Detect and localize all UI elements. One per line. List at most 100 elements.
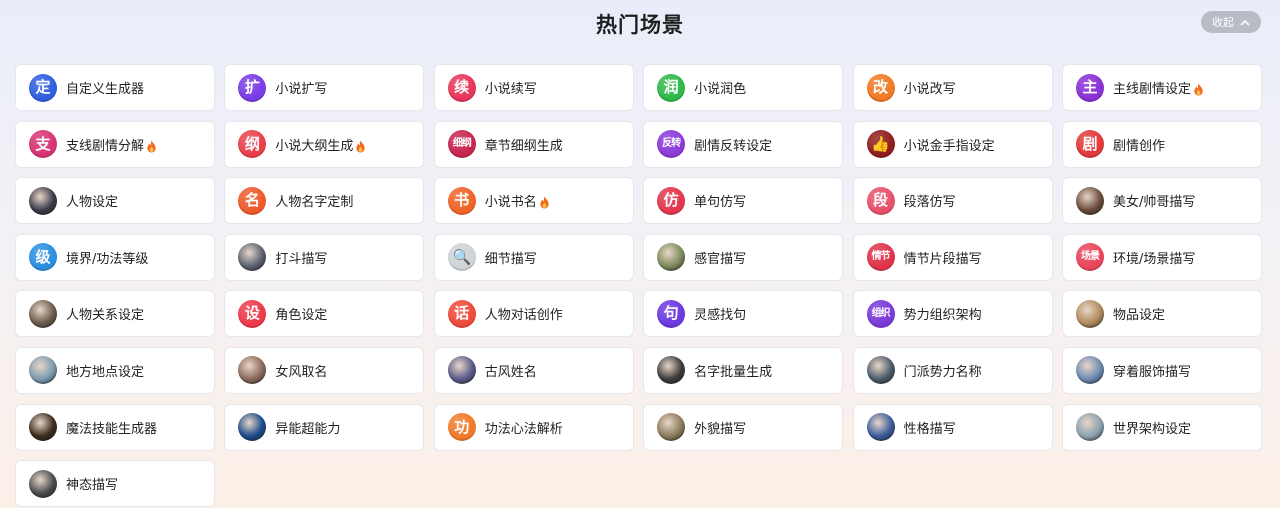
scene-label: 情节片段描写 (903, 251, 982, 267)
scene-label: 支线剧情分解 (66, 138, 145, 154)
zhi-badge-icon: 支 (29, 130, 57, 159)
scene-card[interactable]: 魔法技能生成器 (15, 403, 215, 451)
scene-card[interactable]: 人物设定 (15, 177, 215, 225)
scene-card[interactable]: 功功法心法解析 (433, 403, 634, 451)
chevron-up-icon (1240, 19, 1250, 26)
scene-card[interactable]: 👍 小说金手指设定 (852, 120, 1053, 168)
scene-label: 门派势力名称 (903, 364, 982, 380)
superpower-orb-icon (238, 413, 267, 442)
scene-card[interactable]: 话人物对话创作 (433, 290, 634, 338)
scene-label: 外貌描写 (694, 421, 747, 437)
scene-label: 剧情创作 (1112, 138, 1165, 154)
golden-finger-icon: 👍 (866, 130, 895, 159)
hot-flame-icon (539, 194, 550, 209)
appearance-portrait-icon (657, 413, 686, 442)
scene-label: 性格描写 (903, 421, 956, 437)
scene-card[interactable]: 门派势力名称 (852, 346, 1053, 394)
shu-badge-icon: 书 (447, 186, 476, 215)
duan-badge-icon: 段 (866, 186, 895, 215)
xigang-badge-icon: 细纲 (447, 130, 476, 159)
scene-label: 美女/帅哥描写 (1112, 195, 1196, 211)
scene-card[interactable]: 名人物名字定制 (224, 177, 425, 225)
scene-card[interactable]: 场景 环境/场景描写 (1061, 233, 1262, 281)
scene-label: 小说续写 (484, 82, 537, 97)
scene-card[interactable]: 润小说润色 (643, 64, 844, 111)
scene-card[interactable]: 情节 情节片段描写 (852, 233, 1053, 281)
changjing-badge-icon: 场景 (1075, 243, 1104, 272)
scene-card[interactable]: 定自定义生成器 (15, 64, 215, 111)
scene-label: 小说书名 (484, 195, 537, 211)
scene-label: 物品设定 (1112, 308, 1165, 324)
scene-card[interactable]: 世界架构设定 (1061, 403, 1262, 451)
scene-card[interactable]: 支支线剧情分解 (15, 120, 215, 168)
scene-grid: 定自定义生成器扩小说扩写续小说续写润小说润色改小说改写主主线剧情设定支支线剧情分… (15, 64, 1262, 508)
scene-card[interactable]: 句灵感找句 (643, 290, 844, 338)
item-box-icon (1075, 299, 1104, 328)
scene-card[interactable]: 异能超能力 (224, 403, 425, 451)
scene-label: 环境/场景描写 (1112, 251, 1196, 267)
scene-card[interactable]: 仿单句仿写 (643, 177, 844, 225)
scene-label: 人物关系设定 (66, 308, 145, 324)
scene-label: 角色设定 (275, 308, 328, 324)
sect-portrait-icon (866, 356, 895, 385)
scene-card[interactable]: 打斗描写 (224, 233, 425, 281)
scene-label: 世界架构设定 (1112, 421, 1191, 437)
female-portrait-icon (238, 356, 267, 385)
scene-card[interactable]: 设角色设定 (224, 290, 425, 338)
hot-flame-icon (146, 138, 157, 153)
scene-card[interactable]: 古风姓名 (433, 346, 634, 394)
fang-badge-icon: 仿 (657, 186, 686, 215)
scene-card[interactable]: 级境界/功法等级 (15, 233, 215, 281)
collapse-label: 收起 (1212, 16, 1234, 29)
scene-card[interactable]: 🔍 细节描写 (433, 233, 634, 281)
scene-label: 段落仿写 (903, 195, 956, 211)
scene-card[interactable]: 穿着服饰描写 (1061, 346, 1262, 394)
run-badge-icon: 润 (657, 73, 686, 102)
hot-flame-icon (1193, 81, 1204, 96)
scene-card[interactable]: 书小说书名 (433, 177, 634, 225)
scene-card[interactable]: 改小说改写 (852, 64, 1053, 111)
scene-card[interactable]: 组织 势力组织架构 (852, 290, 1053, 338)
scene-card[interactable]: 神态描写 (15, 460, 215, 508)
scene-card[interactable]: 纲小说大纲生成 (224, 120, 425, 168)
scene-card[interactable]: 性格描写 (852, 403, 1053, 451)
scene-card[interactable]: 感官描写 (643, 233, 844, 281)
ding-badge-icon: 定 (29, 73, 57, 102)
collapse-button[interactable]: 收起 (1201, 11, 1261, 33)
scene-label: 魔法技能生成器 (66, 421, 158, 437)
scene-card[interactable]: 反转 剧情反转设定 (643, 120, 844, 168)
ming-badge-icon: 名 (238, 186, 267, 215)
ji-badge-icon: 级 (29, 243, 57, 272)
scene-card[interactable]: 女风取名 (224, 346, 425, 394)
scene-card[interactable]: 地方地点设定 (15, 346, 215, 394)
scene-card[interactable]: 人物关系设定 (15, 290, 215, 338)
scene-card[interactable]: 扩小说扩写 (224, 64, 425, 111)
scene-label: 功法心法解析 (484, 421, 563, 437)
scene-label: 名字批量生成 (694, 364, 773, 380)
scene-card[interactable]: 续小说续写 (433, 64, 634, 111)
scene-card[interactable]: 物品设定 (1061, 290, 1262, 338)
zuzhi-badge-icon: 组织 (866, 299, 895, 328)
scene-label: 小说金手指设定 (903, 138, 995, 154)
she-badge-icon: 设 (238, 299, 267, 328)
scene-label: 人物对话创作 (484, 308, 563, 324)
scene-card[interactable]: 段段落仿写 (852, 177, 1053, 225)
scene-label: 单句仿写 (694, 195, 747, 211)
scene-label: 小说改写 (903, 82, 956, 97)
scene-card[interactable]: 名字批量生成 (643, 346, 844, 394)
hot-flame-icon (355, 138, 366, 153)
character-portrait-icon (29, 186, 57, 215)
scene-card[interactable]: 外貌描写 (643, 403, 844, 451)
scene-label: 穿着服饰描写 (1112, 364, 1191, 380)
qingjie-badge-icon: 情节 (866, 243, 895, 272)
scene-label: 人物设定 (66, 195, 119, 211)
scene-card[interactable]: 美女/帅哥描写 (1061, 177, 1262, 225)
scene-card[interactable]: 主主线剧情设定 (1061, 64, 1262, 111)
scene-label: 打斗描写 (275, 251, 328, 267)
expression-portrait-icon (29, 469, 57, 498)
magic-skill-icon (29, 413, 57, 442)
scene-label: 剧情反转设定 (694, 138, 773, 154)
scene-card[interactable]: 细纲 章节细纲生成 (433, 120, 634, 168)
header: 热门场景 收起 (0, 0, 1280, 50)
scene-card[interactable]: 剧剧情创作 (1061, 120, 1262, 168)
